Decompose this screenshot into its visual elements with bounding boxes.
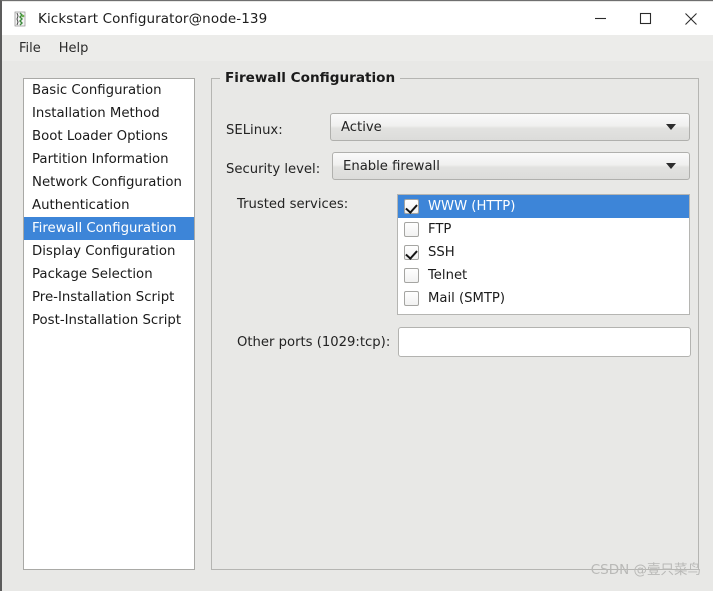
kickstart-icon — [13, 11, 29, 27]
content-area: Basic Configuration Installation Method … — [2, 61, 713, 591]
window-title: Kickstart Configurator@node-139 — [38, 10, 268, 27]
service-label-www-http: WWW (HTTP) — [428, 199, 516, 214]
trusted-services-label: Trusted services: — [237, 197, 349, 212]
checkbox-mail-smtp[interactable] — [404, 291, 419, 306]
firewall-configuration-group: SELinux: Active Security level: Enable f… — [211, 78, 699, 570]
service-row-mail-smtp[interactable]: Mail (SMTP) — [398, 287, 689, 310]
selinux-value: Active — [341, 119, 382, 135]
sidebar-item-authentication[interactable]: Authentication — [24, 194, 194, 217]
service-row-telnet[interactable]: Telnet — [398, 264, 689, 287]
security-level-dropdown[interactable]: Enable firewall — [332, 152, 690, 180]
sidebar-item-network-configuration[interactable]: Network Configuration — [24, 171, 194, 194]
sidebar-item-basic-configuration[interactable]: Basic Configuration — [24, 79, 194, 102]
sidebar-item-display-configuration[interactable]: Display Configuration — [24, 240, 194, 263]
selinux-label: SELinux: — [226, 123, 283, 138]
service-row-ftp[interactable]: FTP — [398, 218, 689, 241]
chevron-down-icon — [666, 163, 676, 169]
menu-bar: File Help — [2, 35, 713, 61]
other-ports-label: Other ports (1029:tcp): — [237, 335, 391, 350]
menu-item-file[interactable]: File — [10, 38, 50, 59]
application-window: Kickstart Configurator@node-139 File Hel… — [0, 0, 713, 591]
service-row-www-http[interactable]: WWW (HTTP) — [398, 195, 689, 218]
checkbox-ftp[interactable] — [404, 222, 419, 237]
trusted-services-list[interactable]: WWW (HTTP) FTP SSH Telnet Mail (SMTP) — [397, 194, 690, 315]
checkbox-www-http[interactable] — [404, 199, 419, 214]
group-title: Firewall Configuration — [220, 70, 401, 86]
security-level-value: Enable firewall — [343, 158, 440, 174]
security-level-label: Security level: — [226, 162, 321, 177]
maximize-button[interactable] — [623, 2, 668, 35]
menu-item-help[interactable]: Help — [50, 38, 98, 59]
checkbox-ssh[interactable] — [404, 245, 419, 260]
sidebar-item-installation-method[interactable]: Installation Method — [24, 102, 194, 125]
minimize-button[interactable] — [578, 2, 623, 35]
sidebar-item-pre-installation-script[interactable]: Pre-Installation Script — [24, 286, 194, 309]
other-ports-input[interactable] — [398, 327, 691, 357]
chevron-down-icon — [666, 124, 676, 130]
selinux-dropdown[interactable]: Active — [330, 113, 690, 141]
close-button[interactable] — [668, 2, 713, 35]
sidebar-item-post-installation-script[interactable]: Post-Installation Script — [24, 309, 194, 332]
watermark: CSDN @壹只菜鸟 — [590, 562, 701, 578]
sidebar-item-boot-loader-options[interactable]: Boot Loader Options — [24, 125, 194, 148]
title-bar: Kickstart Configurator@node-139 — [2, 2, 713, 35]
checkbox-telnet[interactable] — [404, 268, 419, 283]
window-controls — [578, 2, 713, 35]
navigation-list[interactable]: Basic Configuration Installation Method … — [23, 78, 195, 570]
service-label-telnet: Telnet — [428, 268, 468, 283]
service-label-mail-smtp: Mail (SMTP) — [428, 291, 506, 306]
service-row-ssh[interactable]: SSH — [398, 241, 689, 264]
sidebar-item-package-selection[interactable]: Package Selection — [24, 263, 194, 286]
sidebar-item-firewall-configuration[interactable]: Firewall Configuration — [24, 217, 194, 240]
sidebar-item-partition-information[interactable]: Partition Information — [24, 148, 194, 171]
service-label-ftp: FTP — [428, 222, 452, 237]
service-label-ssh: SSH — [428, 245, 455, 260]
